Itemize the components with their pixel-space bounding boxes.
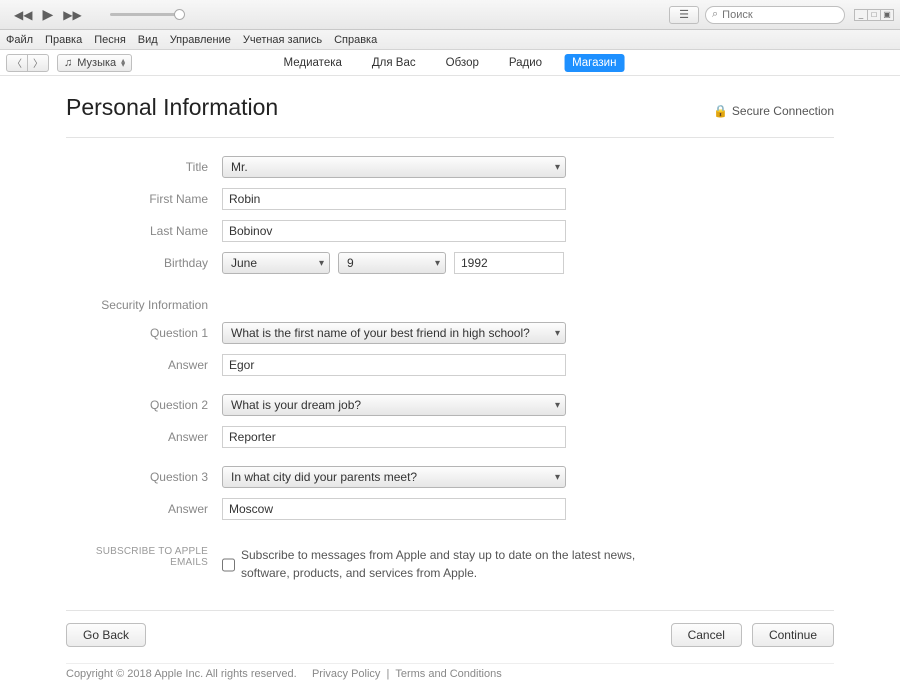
label-first-name: First Name (66, 192, 222, 206)
restore-icon[interactable]: ▣ (880, 9, 894, 21)
privacy-link[interactable]: Privacy Policy (312, 668, 380, 680)
nav-forward-button[interactable]: 〉 (27, 54, 49, 72)
app-menubar: Файл Правка Песня Вид Управление Учетная… (0, 30, 900, 50)
label-last-name: Last Name (66, 224, 222, 238)
secure-connection-badge: 🔒 Secure Connection (713, 104, 834, 118)
playback-controls: ◀◀ ▶ ▶▶ (14, 6, 180, 23)
question-2-select[interactable]: What is your dream job? (222, 394, 566, 416)
volume-slider[interactable] (110, 13, 180, 16)
window-controls: _ □ ▣ (855, 9, 894, 21)
answer-3-input[interactable] (222, 498, 566, 520)
label-answer-3: Answer (66, 502, 222, 516)
question-3-select[interactable]: In what city did your parents meet? (222, 466, 566, 488)
section-subscribe: SUBSCRIBE TO APPLE EMAILS (66, 546, 222, 582)
go-back-button[interactable]: Go Back (66, 623, 146, 647)
last-name-input[interactable] (222, 220, 566, 242)
cancel-button[interactable]: Cancel (671, 623, 742, 647)
subscribe-text: Subscribe to messages from Apple and sta… (241, 546, 682, 582)
minimize-icon[interactable]: _ (854, 9, 868, 21)
prev-track-icon[interactable]: ◀◀ (14, 8, 32, 22)
menu-help[interactable]: Справка (334, 34, 377, 46)
search-input[interactable]: ⌕ (705, 6, 845, 24)
music-note-icon: ♫ (64, 57, 72, 69)
tab-radio[interactable]: Радио (501, 54, 550, 72)
menu-controls[interactable]: Управление (170, 34, 231, 46)
label-birthday: Birthday (66, 256, 222, 270)
menu-song[interactable]: Песня (94, 34, 126, 46)
menu-edit[interactable]: Правка (45, 34, 82, 46)
label-question-2: Question 2 (66, 398, 222, 412)
secure-label: Secure Connection (732, 104, 834, 118)
terms-link[interactable]: Terms and Conditions (395, 668, 501, 680)
menu-file[interactable]: Файл (6, 34, 33, 46)
player-toolbar: ◀◀ ▶ ▶▶ ☰ ⌕ _ □ ▣ (0, 0, 900, 30)
birthday-day-select[interactable]: 9 (338, 252, 446, 274)
label-question-3: Question 3 (66, 470, 222, 484)
maximize-icon[interactable]: □ (867, 9, 881, 21)
question-1-select[interactable]: What is the first name of your best frie… (222, 322, 566, 344)
answer-1-input[interactable] (222, 354, 566, 376)
birthday-year-input[interactable] (454, 252, 564, 274)
subscribe-checkbox[interactable] (222, 548, 235, 582)
tab-library[interactable]: Медиатека (276, 54, 350, 72)
lock-icon: 🔒 (713, 104, 728, 118)
label-answer-2: Answer (66, 430, 222, 444)
label-title: Title (66, 160, 222, 174)
next-track-icon[interactable]: ▶▶ (63, 8, 81, 22)
continue-button[interactable]: Continue (752, 623, 834, 647)
nav-back-button[interactable]: 〈 (6, 54, 28, 72)
copyright-text: Copyright © 2018 Apple Inc. All rights r… (66, 668, 297, 680)
menu-view[interactable]: Вид (138, 34, 158, 46)
tab-for-you[interactable]: Для Вас (364, 54, 424, 72)
media-type-label: Музыка (77, 57, 116, 69)
menu-account[interactable]: Учетная запись (243, 34, 322, 46)
page-title: Personal Information (66, 94, 278, 121)
section-security: Security Information (66, 298, 222, 312)
tab-browse[interactable]: Обзор (438, 54, 487, 72)
tab-store[interactable]: Магазин (564, 54, 624, 72)
label-question-1: Question 1 (66, 326, 222, 340)
search-field[interactable] (722, 9, 838, 21)
list-view-icon[interactable]: ☰ (669, 6, 699, 24)
answer-2-input[interactable] (222, 426, 566, 448)
sub-navigation: 〈 〉 ♫ Музыка ▴▾ Медиатека Для Вас Обзор … (0, 50, 900, 76)
media-type-selector[interactable]: ♫ Музыка ▴▾ (57, 54, 132, 72)
first-name-input[interactable] (222, 188, 566, 210)
main-content: Personal Information 🔒 Secure Connection… (0, 76, 900, 680)
play-icon[interactable]: ▶ (42, 6, 53, 23)
birthday-month-select[interactable]: June (222, 252, 330, 274)
label-answer-1: Answer (66, 358, 222, 372)
title-select[interactable]: Mr. (222, 156, 566, 178)
footer-copyright: Copyright © 2018 Apple Inc. All rights r… (66, 663, 834, 680)
search-icon: ⌕ (712, 8, 718, 21)
